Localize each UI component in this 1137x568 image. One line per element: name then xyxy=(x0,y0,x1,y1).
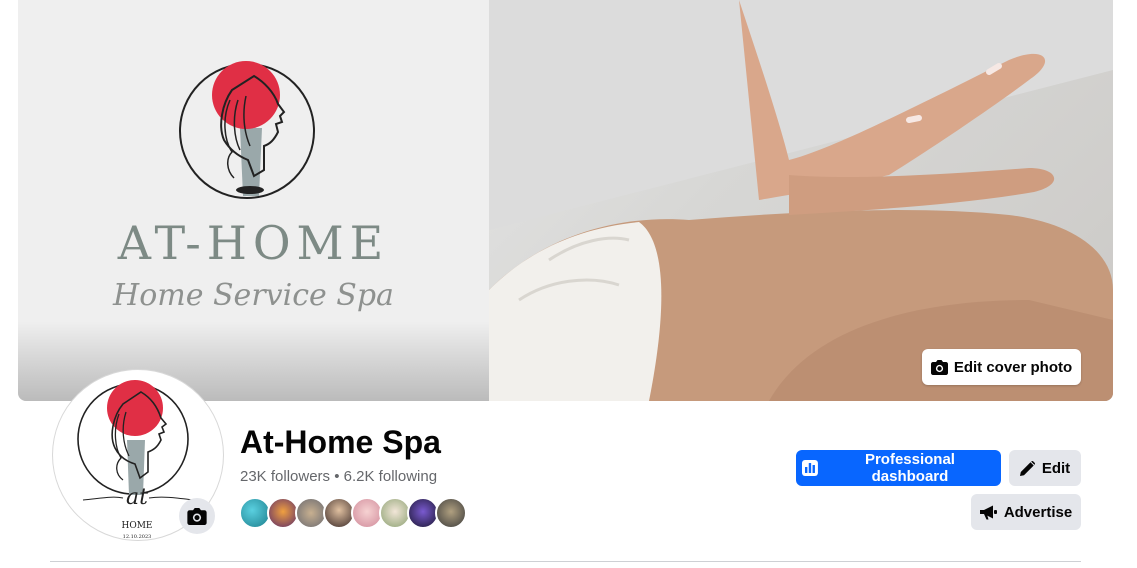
camera-icon xyxy=(930,359,948,375)
edit-cover-photo-label: Edit cover photo xyxy=(953,358,1073,376)
edit-page-button[interactable]: Edit xyxy=(1009,450,1081,486)
cover-massage-photo xyxy=(489,0,1113,401)
section-divider xyxy=(50,561,1081,562)
camera-icon xyxy=(187,507,207,525)
svg-text:12.10.2023: 12.10.2023 xyxy=(123,534,152,540)
megaphone-icon xyxy=(979,505,997,519)
bar-chart-icon xyxy=(802,460,818,476)
update-profile-picture-button[interactable] xyxy=(179,498,215,534)
pencil-icon xyxy=(1019,460,1035,476)
page-title: At-Home Spa xyxy=(240,424,441,460)
following-link[interactable]: 6.2K following xyxy=(344,468,437,485)
svg-text:HOME: HOME xyxy=(121,521,152,531)
cover-brand-tagline: Home Service Spa xyxy=(113,278,394,313)
svg-text:at: at xyxy=(126,485,148,510)
professional-dashboard-label: Professional dashboard xyxy=(864,451,955,485)
massage-illustration xyxy=(489,0,1113,401)
professional-dashboard-button[interactable]: Professional dashboard xyxy=(796,450,1001,486)
cover-brand-name: AT-HOME xyxy=(117,216,390,270)
advertise-label: Advertise xyxy=(1003,503,1073,521)
follow-stats: 23K followers • 6.2K following xyxy=(240,468,437,485)
edit-page-label: Edit xyxy=(1041,459,1071,477)
follower-avatar[interactable] xyxy=(435,497,467,529)
advertise-button[interactable]: Advertise xyxy=(971,494,1081,530)
edit-cover-photo-button[interactable]: Edit cover photo xyxy=(922,349,1081,385)
follower-avatars xyxy=(239,497,467,529)
cover-logo-panel: AT-HOME Home Service Spa xyxy=(18,0,489,401)
stats-separator: • xyxy=(334,468,340,485)
followers-link[interactable]: 23K followers xyxy=(240,468,330,485)
spa-logo-emblem xyxy=(179,61,315,199)
cover-photo[interactable]: AT-HOME Home Service Spa xyxy=(18,0,1113,401)
